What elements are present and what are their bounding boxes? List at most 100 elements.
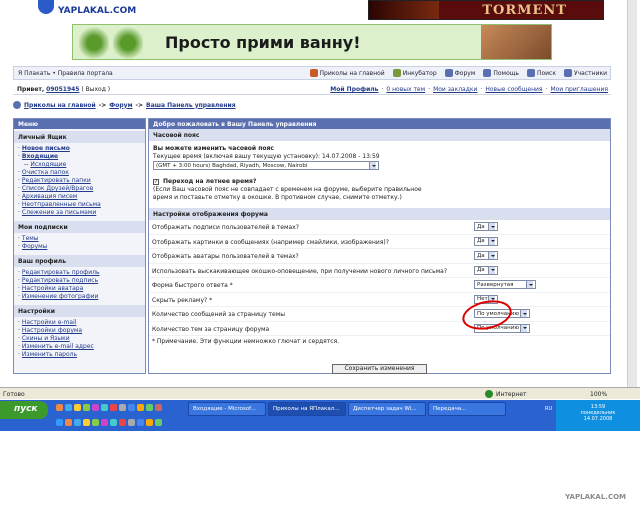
sidebar-item-label[interactable]: Входящие — [22, 153, 58, 160]
nav-item[interactable]: Помощь — [483, 69, 519, 77]
timezone-select[interactable]: (GMT + 3:00 hours) Baghdad, Riyadh, Mosc… — [153, 161, 379, 170]
sidebar-item[interactable]: · Редактировать папки — [18, 177, 141, 185]
setting-select[interactable]: Да — [474, 222, 498, 231]
quick-launch-icon[interactable] — [146, 419, 153, 426]
sidebar-item-label[interactable]: Настройки e-mail — [22, 319, 77, 326]
taskbar-window-button[interactable]: Входящие - Microsof... — [188, 402, 266, 416]
chevron-down-icon[interactable] — [488, 237, 495, 245]
language-indicator[interactable]: RU — [545, 406, 552, 412]
user-link[interactable]: Мои закладки — [433, 86, 477, 93]
nav-item[interactable]: Поиск — [526, 69, 556, 77]
sidebar-item-label[interactable]: Изменение фотографии — [22, 293, 98, 300]
nav-item[interactable]: Форум — [444, 69, 475, 77]
quick-launch-icon[interactable] — [101, 419, 108, 426]
sidebar-item-label[interactable]: Изменить пароль — [22, 351, 77, 358]
chevron-down-icon[interactable] — [488, 266, 495, 274]
sidebar-item-label[interactable]: Форумы — [22, 243, 47, 250]
sidebar-item[interactable]: · Темы — [18, 235, 141, 243]
sidebar-item[interactable]: · Настройки аватара — [18, 285, 141, 293]
quick-launch-icon[interactable] — [101, 404, 108, 411]
quick-launch-icon[interactable] — [110, 419, 117, 426]
sidebar-item[interactable]: · Настройки e-mail — [18, 319, 141, 327]
chevron-down-icon[interactable] — [520, 324, 527, 332]
nav-crumb[interactable]: Я Плакать • Правила портала — [18, 70, 113, 77]
breadcrumb-forum[interactable]: Форум — [109, 102, 132, 109]
sidebar-item[interactable]: · Редактировать подпись — [18, 277, 141, 285]
nav-item[interactable]: Приколы на главной — [309, 69, 385, 77]
bath-ad-banner[interactable]: Просто прими ванну! — [72, 24, 552, 60]
quick-launch-icon[interactable] — [83, 419, 90, 426]
sidebar-item[interactable]: · Редактировать профиль — [18, 269, 141, 277]
sidebar-item-label[interactable]: Исходящие — [30, 161, 66, 168]
quick-launch-icon[interactable] — [128, 419, 135, 426]
dst-checkbox[interactable]: ✓ — [153, 178, 159, 185]
sidebar-item-label[interactable]: Редактировать профиль — [22, 269, 100, 276]
sidebar-item[interactable]: · Форумы — [18, 243, 141, 251]
chevron-down-icon[interactable] — [369, 162, 376, 169]
setting-select[interactable]: Да — [474, 236, 498, 246]
taskbar-window-button[interactable]: Передача... — [428, 402, 506, 416]
logout-link[interactable]: ( Выход ) — [81, 86, 110, 93]
sidebar-item[interactable]: · Архивация писем — [18, 193, 141, 201]
quick-launch-icon[interactable] — [92, 419, 99, 426]
sidebar-item-label[interactable]: Архивация писем — [22, 193, 77, 200]
setting-select[interactable]: Да — [474, 265, 498, 275]
quick-launch-icon[interactable] — [119, 419, 126, 426]
sidebar-item[interactable]: -- Исходящие — [18, 161, 141, 169]
user-link[interactable]: Мои приглашения — [550, 86, 608, 93]
sidebar-item-label[interactable]: Настройки аватара — [22, 285, 83, 292]
sidebar-item[interactable]: · Входящие — [18, 153, 141, 161]
sidebar-item-label[interactable]: Новое письмо — [22, 145, 70, 152]
sidebar-item-label[interactable]: Редактировать папки — [22, 177, 91, 184]
quick-launch-icon[interactable] — [65, 419, 72, 426]
sidebar-item[interactable]: · Изменить e-mail адрес — [18, 343, 141, 351]
sidebar-item[interactable]: · Новое письмо — [18, 145, 141, 153]
taskbar-window-button[interactable]: Диспетчер задач Wi... — [348, 402, 426, 416]
vertical-scrollbar[interactable] — [627, 0, 637, 390]
sidebar-item-label[interactable]: Настройки форума — [22, 327, 82, 334]
clock-time[interactable]: 13:59 — [556, 400, 640, 410]
user-link[interactable]: 0 новых тем — [386, 86, 425, 93]
user-link[interactable]: Новые сообщения — [485, 86, 542, 93]
sidebar-item-label[interactable]: Изменить e-mail адрес — [22, 343, 94, 350]
sidebar-item-label[interactable]: Очистка папок — [22, 169, 69, 176]
site-logo[interactable]: YAPLAKAL.COM — [18, 0, 153, 20]
sidebar-item[interactable]: · Очистка папок — [18, 169, 141, 177]
quick-launch-icon[interactable] — [155, 404, 162, 411]
torment-ad-banner[interactable]: TORMENT — [368, 0, 604, 20]
quick-launch-icon[interactable] — [155, 419, 162, 426]
zoom-text[interactable]: 100% — [590, 391, 607, 398]
chevron-down-icon[interactable] — [488, 223, 495, 230]
sidebar-item[interactable]: · Изменить пароль — [18, 351, 141, 359]
save-button[interactable]: Сохранить изменения — [332, 364, 427, 374]
start-button[interactable]: пуск — [0, 401, 48, 419]
nav-item[interactable]: Инкубатор — [392, 69, 437, 77]
quick-launch-icon[interactable] — [110, 404, 117, 411]
nav-item[interactable]: Участники — [563, 69, 607, 77]
quick-launch-icon[interactable] — [74, 404, 81, 411]
chevron-down-icon[interactable] — [526, 281, 533, 288]
quick-launch-icon[interactable] — [146, 404, 153, 411]
sidebar-item-label[interactable]: Темы — [22, 235, 39, 242]
breadcrumb-panel[interactable]: Ваша Панель управления — [146, 102, 236, 109]
quick-launch-icon[interactable] — [128, 404, 135, 411]
quick-launch-icon[interactable] — [137, 419, 144, 426]
chevron-down-icon[interactable] — [520, 310, 527, 317]
sidebar-item-label[interactable]: Редактировать подпись — [22, 277, 98, 284]
quick-launch-icon[interactable] — [83, 404, 90, 411]
quick-launch-icon[interactable] — [56, 419, 63, 426]
breadcrumb-home[interactable]: Приколы на главной — [24, 102, 96, 109]
chevron-down-icon[interactable] — [488, 252, 495, 259]
quick-launch-icon[interactable] — [92, 404, 99, 411]
setting-select[interactable]: Развернутая — [474, 280, 536, 289]
sidebar-item[interactable]: · Слежение за письмами — [18, 209, 141, 217]
quick-launch-icon[interactable] — [56, 404, 63, 411]
sidebar-item-label[interactable]: Слежение за письмами — [22, 209, 96, 216]
sidebar-item[interactable]: · Настройки форума — [18, 327, 141, 335]
sidebar-item-label[interactable]: Список Друзей/Врагов — [22, 185, 93, 192]
sidebar-item-label[interactable]: Скины и Языки — [22, 335, 70, 342]
quick-launch-icon[interactable] — [74, 419, 81, 426]
quick-launch-icon[interactable] — [119, 404, 126, 411]
username-link[interactable]: 09051945 — [46, 86, 79, 93]
my-profile-link[interactable]: Мой Профиль — [330, 86, 378, 93]
